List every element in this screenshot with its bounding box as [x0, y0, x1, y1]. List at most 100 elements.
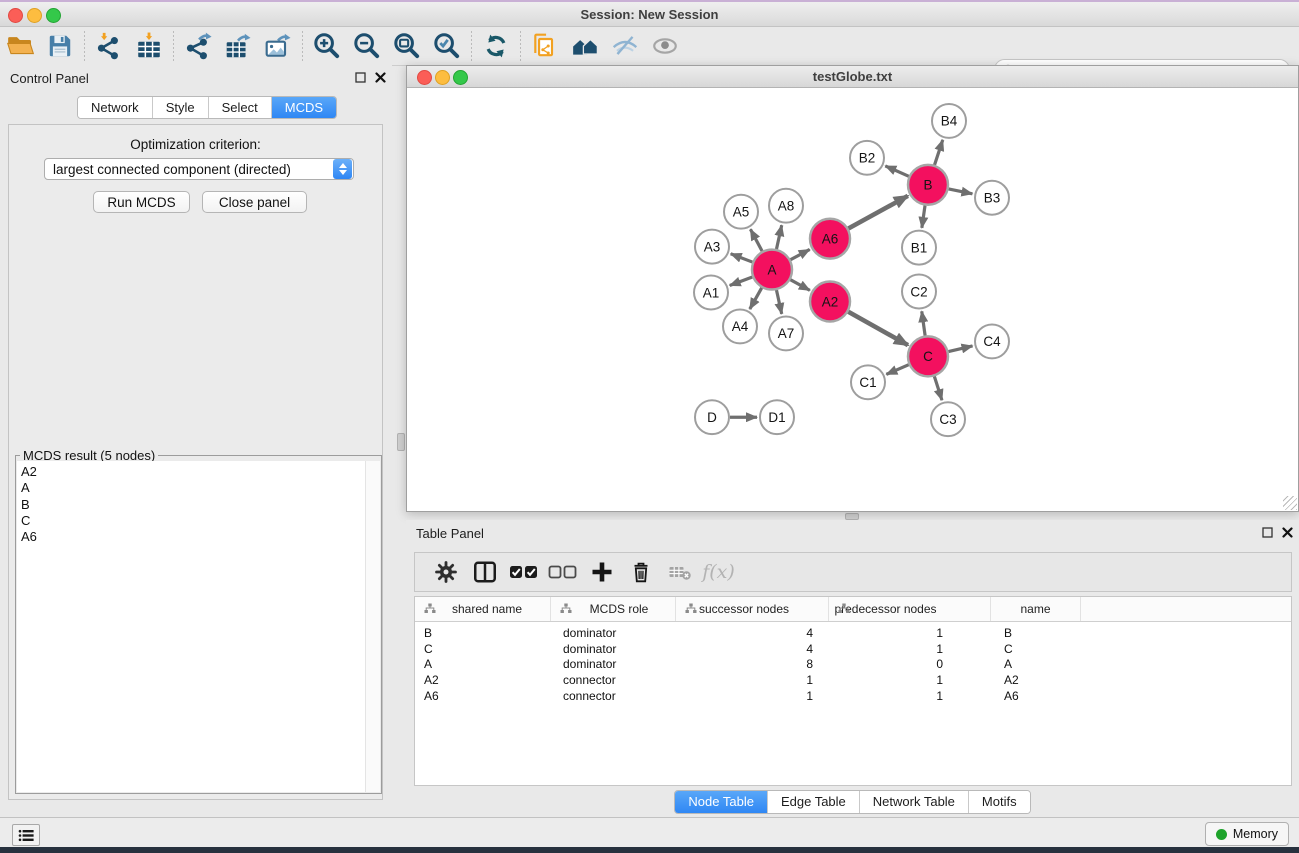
graph-edge[interactable] [730, 277, 753, 286]
close-panel-icon[interactable] [375, 72, 386, 83]
mcds-result-item[interactable]: A6 [17, 529, 366, 545]
table-cell: C [415, 642, 551, 656]
tab-edge-table[interactable]: Edge Table [768, 791, 860, 813]
column-header-shared-name[interactable]: shared name [415, 597, 551, 621]
column-header-name[interactable]: name [991, 597, 1081, 621]
export-network-icon[interactable] [178, 30, 218, 62]
graph-edge[interactable] [731, 254, 753, 262]
show-all-icon[interactable] [645, 30, 685, 62]
refresh-layout-icon[interactable] [476, 30, 516, 62]
tab-mcds[interactable]: MCDS [272, 97, 336, 118]
table-panel-title: Table Panel [416, 526, 484, 541]
mcds-tab-content: Optimization criterion: largest connecte… [8, 124, 383, 800]
vertical-split-handle[interactable] [397, 433, 405, 451]
table-cell: B [991, 626, 1081, 640]
float-panel-icon[interactable] [355, 72, 366, 83]
table-options-icon[interactable] [427, 555, 464, 589]
new-network-from-selection-icon[interactable] [525, 30, 565, 62]
graph-edge[interactable] [922, 311, 925, 335]
graph-edge[interactable] [776, 290, 781, 314]
zoom-selected-icon[interactable] [427, 30, 467, 62]
graph-node-label: D [707, 410, 717, 425]
select-all-icon[interactable] [505, 555, 542, 589]
graph-node-label: A4 [732, 319, 749, 334]
open-session-icon[interactable] [0, 30, 40, 62]
graph-edge[interactable] [949, 189, 973, 194]
function-builder-icon[interactable]: f(x) [700, 555, 737, 589]
deselect-all-icon[interactable] [544, 555, 581, 589]
graph-node-label: A3 [704, 239, 721, 254]
tab-style[interactable]: Style [153, 97, 209, 118]
graph-edge[interactable] [922, 206, 925, 228]
graph-edge[interactable] [750, 229, 762, 251]
node-table-body: Bdominator41BCdominator41CAdominator80AA… [415, 622, 1291, 704]
save-session-icon[interactable] [40, 30, 80, 62]
graph-edge[interactable] [885, 166, 909, 176]
network-canvas[interactable]: AA6A2BCA1A3A4A5A7A8B1B2B3B4C1C2C3C4DD1 [407, 88, 1298, 511]
import-table-icon[interactable] [129, 30, 169, 62]
graph-edge[interactable] [776, 225, 781, 249]
table-row[interactable]: Cdominator41C [415, 641, 1291, 657]
table-cell: A6 [991, 689, 1081, 703]
table-toolbar: f(x) [414, 552, 1292, 592]
float-panel-icon[interactable] [1262, 527, 1273, 538]
graph-edge[interactable] [790, 280, 809, 291]
zoom-in-icon[interactable] [307, 30, 347, 62]
delete-table-icon[interactable] [661, 555, 698, 589]
column-header-mcds-role[interactable]: MCDS role [551, 597, 676, 621]
tab-select[interactable]: Select [209, 97, 272, 118]
import-network-icon[interactable] [89, 30, 129, 62]
zoom-fit-icon[interactable] [387, 30, 427, 62]
export-image-icon[interactable] [258, 30, 298, 62]
close-panel-button[interactable]: Close panel [202, 191, 307, 213]
mcds-result-item[interactable]: A [17, 480, 366, 496]
mcds-result-item[interactable]: A2 [17, 464, 366, 480]
hierarchy-icon [685, 603, 697, 614]
dropdown-stepper-icon [333, 159, 352, 179]
table-row[interactable]: Adominator80A [415, 657, 1291, 673]
table-row[interactable]: A6connector11A6 [415, 688, 1291, 704]
column-header-predecessor-nodes[interactable]: predecessor nodes [829, 597, 991, 621]
delete-columns-icon[interactable] [622, 555, 659, 589]
network-window-title: testGlobe.txt [407, 69, 1298, 84]
first-neighbors-icon[interactable] [565, 30, 605, 62]
zoom-out-icon[interactable] [347, 30, 387, 62]
panel-menu-button[interactable] [12, 824, 40, 846]
memory-button[interactable]: Memory [1205, 822, 1289, 846]
table-panel: Table Panel [406, 520, 1299, 812]
horizontal-split-handle[interactable] [845, 513, 859, 520]
table-row[interactable]: A2connector11A2 [415, 672, 1291, 688]
tab-network[interactable]: Network [78, 97, 153, 118]
memory-label: Memory [1233, 827, 1278, 841]
hide-selected-icon[interactable] [605, 30, 645, 62]
tab-node-table[interactable]: Node Table [675, 791, 768, 813]
graph-edge[interactable] [848, 312, 908, 345]
table-cell: 1 [676, 689, 829, 703]
mcds-list-scrollbar[interactable] [365, 461, 380, 792]
mcds-result-item[interactable]: B [17, 497, 366, 513]
graph-edge[interactable] [934, 376, 942, 400]
mcds-result-item[interactable]: C [17, 513, 366, 529]
window-resize-grip[interactable] [1283, 496, 1297, 510]
close-panel-icon[interactable] [1282, 527, 1293, 538]
tab-motifs[interactable]: Motifs [969, 791, 1030, 813]
column-header-successor-nodes[interactable]: successor nodes [676, 597, 829, 621]
new-column-icon[interactable] [583, 555, 620, 589]
export-table-icon[interactable] [218, 30, 258, 62]
mcds-result-fieldset: MCDS result (5 nodes) A2ABCA6 [15, 455, 382, 794]
optimization-criterion-dropdown[interactable]: largest connected component (directed) [44, 158, 354, 180]
graph-edge[interactable] [948, 346, 972, 352]
graph-node-label: A8 [778, 199, 795, 214]
table-row[interactable]: Bdominator41B [415, 625, 1291, 641]
table-cell: A6 [415, 689, 551, 703]
graph-edge[interactable] [848, 196, 907, 229]
graph-edge[interactable] [791, 249, 810, 259]
graph-edge[interactable] [935, 140, 943, 165]
tab-network-table[interactable]: Network Table [860, 791, 969, 813]
run-mcds-button[interactable]: Run MCDS [93, 191, 190, 213]
graph-edge[interactable] [750, 288, 762, 309]
show-hide-columns-icon[interactable] [466, 555, 503, 589]
table-tabs: Node Table Edge Table Network Table Moti… [406, 790, 1299, 814]
table-cell: connector [551, 673, 676, 687]
graph-edge[interactable] [886, 365, 908, 375]
